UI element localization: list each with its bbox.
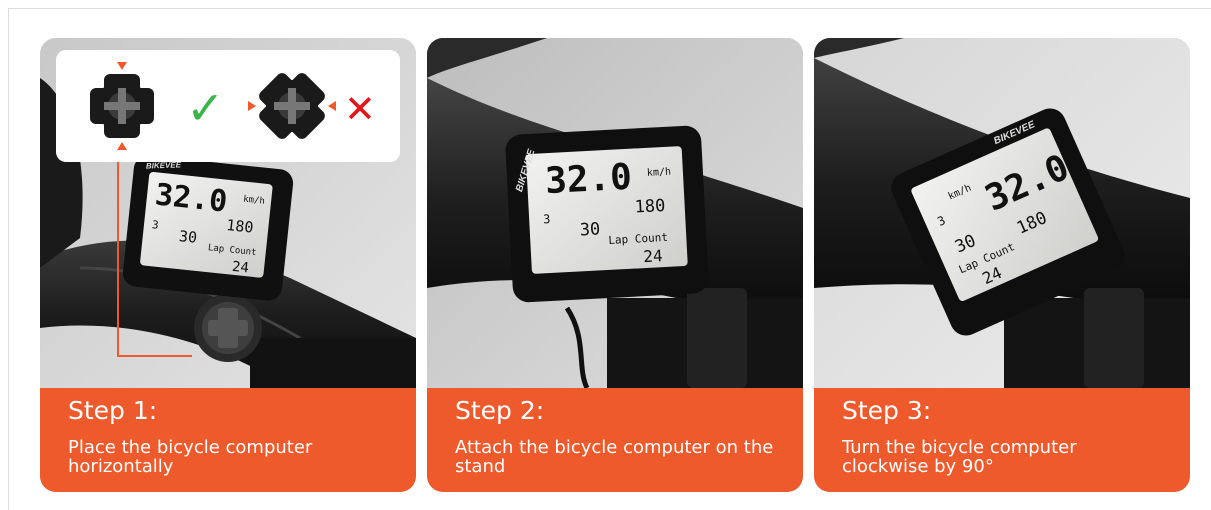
step-2-photo: 32.0 km/h 180 30 3 Lap Count 24 BIKEVEE (427, 38, 803, 388)
screen-value-left: 30 (178, 227, 198, 247)
correct-check-icon: ✓ (186, 81, 225, 135)
step-card-2: 32.0 km/h 180 30 3 Lap Count 24 BIKEVEE … (427, 38, 803, 492)
step-card-1: 32.0 km/h 180 30 3 Lap Count 24 BIKEVEE (40, 38, 416, 492)
step-1-title: Step 1: (68, 396, 158, 425)
step-2-title: Step 2: (455, 396, 545, 425)
mount-orientation-guide: ✓ ✕ (56, 50, 400, 162)
mount-wrong-icon (248, 73, 336, 139)
step-2-description: Attach the bicycle computer on the stand (455, 437, 774, 477)
screen-speed: 32.0 (544, 157, 633, 202)
screen-value-right: 180 (634, 196, 666, 218)
step-3-description: Turn the bicycle computer clockwise by 9… (842, 437, 1077, 477)
screen-value-right: 180 (225, 216, 254, 237)
wrong-cross-icon: ✕ (344, 87, 376, 131)
step-1-description: Place the bicycle computer horizontally (68, 437, 313, 477)
step-card-3: 32.0 km/h 180 30 3 Lap Count 24 BIKEVEE … (814, 38, 1190, 492)
step-2-caption: Step 2: Attach the bicycle computer on t… (427, 388, 803, 492)
step-1-caption: Step 1: Place the bicycle computer horiz… (40, 388, 416, 492)
screen-digit-small: 3 (543, 212, 551, 226)
step-3-photo: 32.0 km/h 180 30 3 Lap Count 24 BIKEVEE (814, 38, 1190, 388)
step-3-title: Step 3: (842, 396, 932, 425)
screen-lap-value: 24 (231, 259, 249, 277)
mount-correct-icon (90, 62, 154, 150)
screen-lap-value: 24 (643, 246, 663, 266)
screen-digit-small: 3 (151, 218, 159, 232)
screen-value-left: 30 (579, 219, 601, 240)
step-3-caption: Step 3: Turn the bicycle computer clockw… (814, 388, 1190, 492)
screen-speed-unit: km/h (647, 167, 672, 179)
